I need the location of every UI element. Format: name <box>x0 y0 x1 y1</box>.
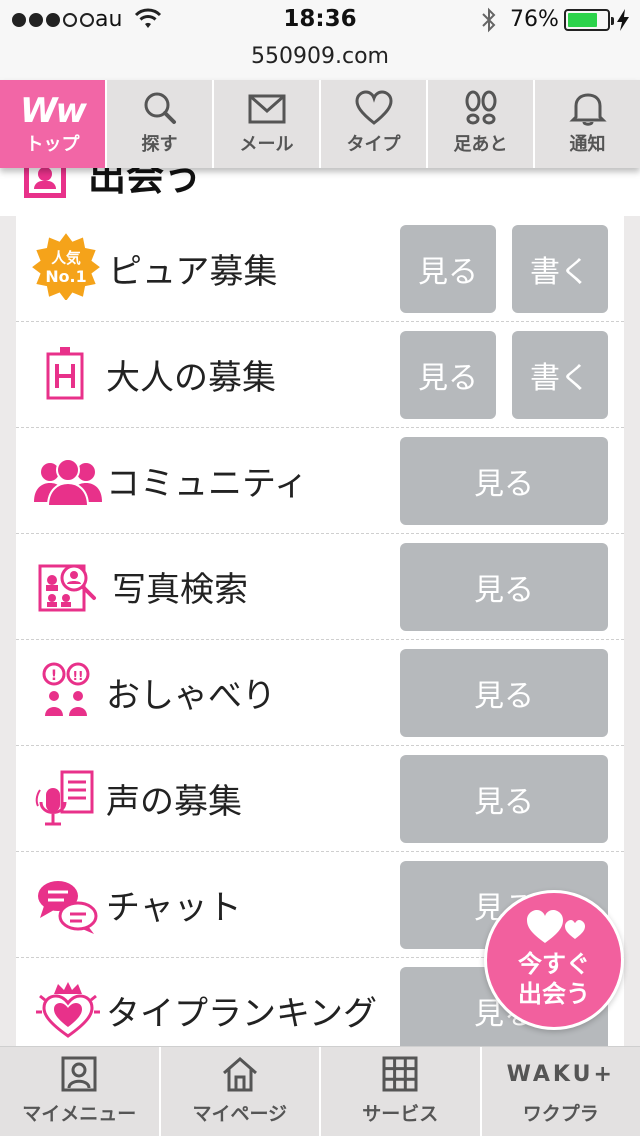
url-bar[interactable]: 550909.com <box>0 40 640 80</box>
view-button[interactable]: 見る <box>400 225 496 313</box>
tab-search-label: 探す <box>141 134 178 155</box>
bottom-tab-wakupura[interactable]: WAKU+ ワクプラ <box>482 1047 640 1136</box>
view-button[interactable]: 見る <box>400 543 608 631</box>
list-item-label: タイプランキング <box>106 994 377 1034</box>
bell-icon <box>568 93 607 126</box>
meet-now-line2: 出会う <box>518 980 590 1008</box>
view-button[interactable]: 見る <box>400 755 608 843</box>
search-icon <box>144 92 176 124</box>
svg-text:!!: !! <box>73 669 84 683</box>
tab-search[interactable]: 探す <box>107 80 214 168</box>
list-item-label: ピュア募集 <box>108 252 278 292</box>
footprints-icon <box>465 90 496 125</box>
list-item-label: 声の募集 <box>106 782 242 822</box>
list-item-label: 大人の募集 <box>106 358 276 398</box>
battery-percent: 76% <box>510 7 559 32</box>
view-button[interactable]: 見る <box>400 649 608 737</box>
status-bar: au 18:36 76% <box>0 0 640 40</box>
crown-heart-icon <box>36 982 100 1038</box>
tab-footprints-label: 足あと <box>453 134 508 155</box>
list-item-community: コミュニティ 見る <box>16 428 624 534</box>
bottom-tab-label: マイメニュー <box>22 1103 137 1125</box>
svg-text:!: ! <box>51 668 57 684</box>
section-header: 出会う <box>0 168 640 216</box>
tab-notifications[interactable]: 通知 <box>535 80 640 168</box>
list-item-voice-recruit: 声の募集 見る <box>16 746 624 852</box>
list-item-pure-recruit: 人気 No.1 ピュア募集 見る 書く <box>16 216 624 322</box>
tab-top-label: トップ <box>25 134 80 155</box>
bluetooth-icon <box>482 7 496 33</box>
chat-people-icon: ! !! <box>42 662 90 716</box>
tab-mail-label: メール <box>239 134 294 155</box>
hearts-icon <box>527 910 585 943</box>
profile-card-icon <box>61 1056 97 1092</box>
bottom-tab-my-menu[interactable]: マイメニュー <box>0 1047 161 1136</box>
ww-logo-icon: Ww <box>20 91 87 131</box>
voice-mic-icon <box>35 770 94 826</box>
bottom-tab-label: サービス <box>362 1103 439 1125</box>
popular-no1-badge-icon: 人気 No.1 <box>32 233 100 300</box>
url-text: 550909.com <box>251 44 389 69</box>
list-item-label: おしゃべり <box>106 676 276 716</box>
meet-now-button[interactable]: 今すぐ 出会う <box>484 890 624 1030</box>
charging-bolt-icon <box>617 9 629 31</box>
tab-mail[interactable]: メール <box>214 80 321 168</box>
tab-top[interactable]: Ww トップ <box>0 80 107 168</box>
photo-search-icon <box>38 564 96 612</box>
chat-bubbles-icon <box>38 881 98 934</box>
view-button[interactable]: 見る <box>400 331 496 419</box>
mail-icon <box>248 94 285 124</box>
tab-type-label: タイプ <box>346 134 401 155</box>
badge-text-popular: 人気 <box>51 249 81 267</box>
view-button[interactable]: 見る <box>400 437 608 525</box>
list-item-adult-recruit: 大人の募集 見る 書く <box>16 322 624 428</box>
grid-icon <box>382 1056 418 1092</box>
write-button[interactable]: 書く <box>512 331 608 419</box>
meet-now-line1: 今すぐ <box>518 950 590 978</box>
hotel-h-icon <box>46 347 84 400</box>
list-item-talk: ! !! おしゃべり 見る <box>16 640 624 746</box>
tab-notifications-label: 通知 <box>569 134 606 155</box>
list-item-label: チャット <box>106 888 242 928</box>
home-icon <box>222 1057 257 1092</box>
top-nav: Ww トップ 探す メール タイプ 足あと 通知 <box>0 80 640 168</box>
waku-plus-logo: WAKU+ <box>506 1062 615 1087</box>
section-title: 出会う <box>88 168 203 199</box>
bottom-tab-services[interactable]: サービス <box>321 1047 482 1136</box>
bottom-tab-label: マイページ <box>192 1103 288 1125</box>
list-item-label: コミュニティ <box>106 464 308 504</box>
bottom-tab-my-page[interactable]: マイページ <box>161 1047 321 1136</box>
list-item-label: 写真検索 <box>112 570 248 610</box>
tab-type[interactable]: タイプ <box>321 80 428 168</box>
bottom-nav: マイメニュー マイページ サービス WAKU+ ワクプラ <box>0 1046 640 1136</box>
battery-icon <box>564 9 614 31</box>
list-item-photo-search: 写真検索 見る <box>16 534 624 640</box>
tab-footprints[interactable]: 足あと <box>428 80 535 168</box>
heart-icon <box>354 90 393 125</box>
write-button[interactable]: 書く <box>512 225 608 313</box>
badge-text-no1: No.1 <box>45 267 86 286</box>
profile-frame-icon <box>24 168 66 198</box>
people-group-icon <box>34 458 102 507</box>
bottom-tab-label: ワクプラ <box>522 1103 599 1125</box>
